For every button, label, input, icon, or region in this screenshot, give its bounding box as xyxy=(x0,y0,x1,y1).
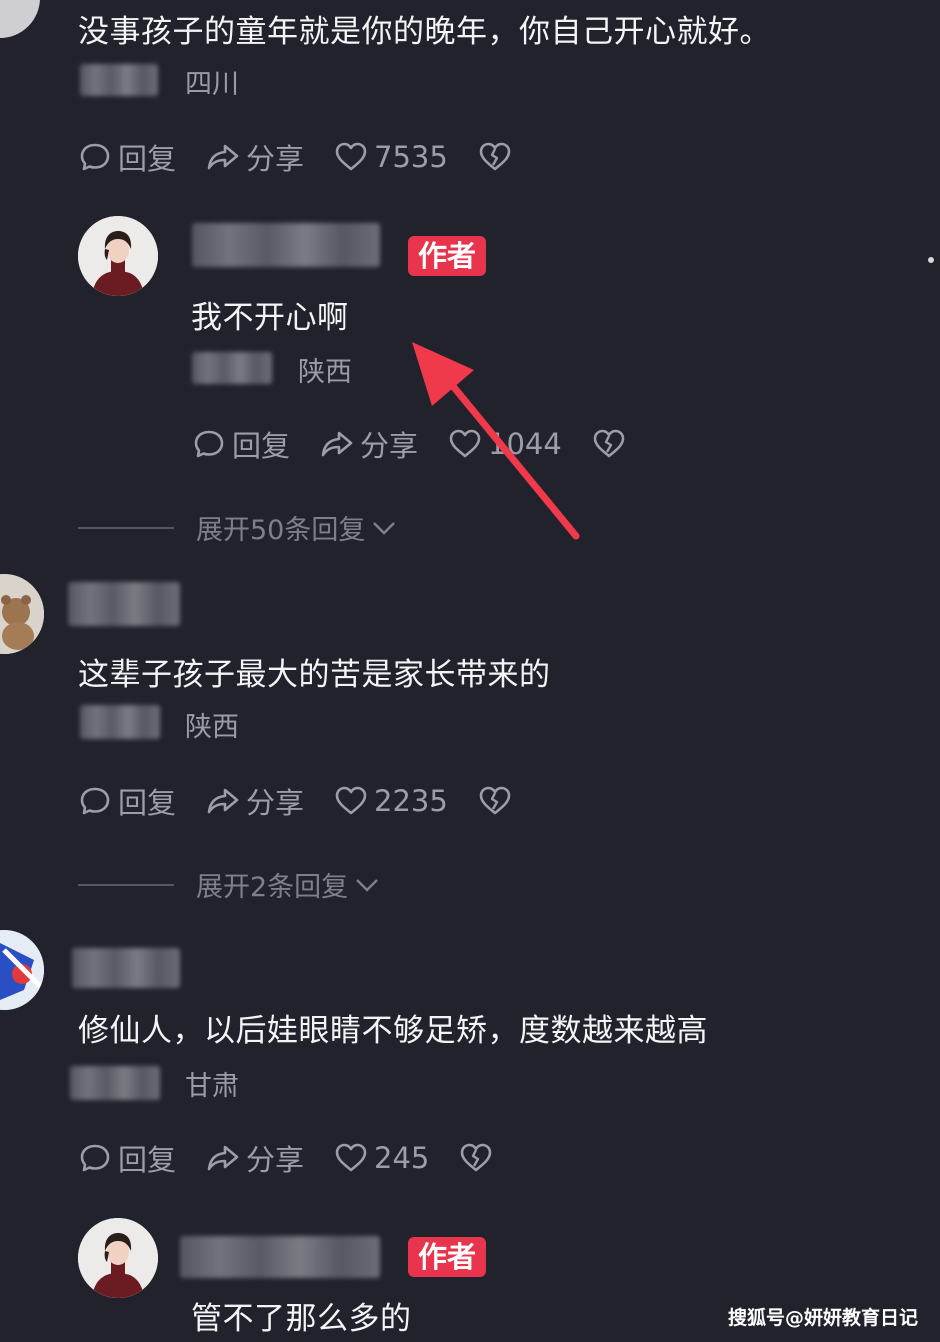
broken-heart-icon xyxy=(479,786,511,815)
comment-text: 没事孩子的童年就是你的晚年，你自己开心就好。 xyxy=(78,14,771,50)
broken-heart-icon xyxy=(593,429,625,458)
divider-line xyxy=(78,883,174,886)
avatar[interactable] xyxy=(0,574,44,654)
share-label: 分享 xyxy=(246,142,305,176)
broken-heart-icon xyxy=(479,142,511,171)
comment-location: 陕西 xyxy=(298,357,352,388)
like-count: 245 xyxy=(374,1141,430,1175)
anime-avatar-photo xyxy=(0,930,44,1010)
author-badge: 作者 xyxy=(408,1237,487,1277)
comment-location: 四川 xyxy=(185,69,239,100)
author-avatar[interactable] xyxy=(78,1218,158,1298)
expand-label: 展开2条回复 xyxy=(196,872,349,903)
reply-icon xyxy=(80,787,110,815)
like-button[interactable]: 7535 xyxy=(334,140,448,174)
author-photo xyxy=(78,1218,158,1298)
divider-line xyxy=(78,526,174,529)
avatar[interactable] xyxy=(0,0,40,38)
blurred-username xyxy=(72,948,180,988)
chevron-down-icon xyxy=(356,878,379,892)
reply-icon xyxy=(80,1144,110,1172)
chevron-down-icon xyxy=(373,521,396,535)
comment-actions: 回复 分享 7535 xyxy=(78,137,542,177)
author-badge: 作者 xyxy=(408,236,487,276)
comment-text: 这辈子孩子最大的苦是家长带来的 xyxy=(78,657,551,693)
share-label: 分享 xyxy=(246,786,305,820)
share-icon xyxy=(321,431,353,457)
blurred-username xyxy=(192,223,380,267)
comment-actions: 回复 分享 2235 xyxy=(78,781,542,821)
share-icon xyxy=(207,788,239,814)
share-button[interactable]: 分享 xyxy=(206,136,304,178)
comment-location: 甘肃 xyxy=(185,1071,239,1102)
reply-label: 回复 xyxy=(118,786,177,820)
author-avatar[interactable] xyxy=(78,216,158,296)
share-icon xyxy=(207,1145,239,1171)
author-photo xyxy=(78,216,158,296)
reply-label: 回复 xyxy=(118,1143,177,1177)
like-count: 7535 xyxy=(374,140,448,174)
comment-text: 修仙人，以后娃眼睛不够足矫，度数越来越高 xyxy=(78,1013,708,1049)
dislike-button[interactable] xyxy=(478,140,512,174)
more-dot[interactable] xyxy=(928,257,934,263)
reply-button[interactable]: 回复 xyxy=(78,136,176,178)
reply-icon xyxy=(194,430,224,458)
heart-icon xyxy=(335,1143,367,1172)
like-button[interactable]: 245 xyxy=(334,1141,429,1175)
reply-icon xyxy=(80,143,110,171)
blurred-time xyxy=(80,705,160,739)
blurred-username xyxy=(180,1236,380,1278)
dislike-button[interactable] xyxy=(478,784,512,818)
reply-label: 回复 xyxy=(118,142,177,176)
expand-replies-button[interactable]: 展开50条回复 xyxy=(78,508,399,547)
blurred-time xyxy=(192,352,272,384)
comment-location: 陕西 xyxy=(185,712,239,743)
heart-icon xyxy=(335,786,367,815)
blurred-time xyxy=(70,1066,160,1100)
comment-page: 没事孩子的童年就是你的晚年，你自己开心就好。 四川 回复 分享 7535 作者 … xyxy=(0,0,940,1342)
reply-button[interactable]: 回复 xyxy=(192,423,290,465)
reply-label: 回复 xyxy=(232,429,291,463)
comment-text: 我不开心啊 xyxy=(191,300,349,336)
reply-button[interactable]: 回复 xyxy=(78,1137,176,1179)
expand-replies-button[interactable]: 展开2条回复 xyxy=(78,865,382,904)
comment-actions: 回复 分享 245 xyxy=(78,1138,523,1178)
red-arrow-annotation xyxy=(412,342,580,540)
avatar[interactable] xyxy=(0,930,44,1010)
share-button[interactable]: 分享 xyxy=(206,1137,304,1179)
heart-icon xyxy=(335,142,367,171)
like-count: 2235 xyxy=(374,784,448,818)
broken-heart-icon xyxy=(461,1143,492,1172)
blurred-username xyxy=(68,582,180,626)
comment-text: 管不了那么多的 xyxy=(191,1301,412,1337)
share-icon xyxy=(207,144,239,170)
expand-label: 展开50条回复 xyxy=(196,515,366,546)
blurred-time xyxy=(80,64,158,96)
like-button[interactable]: 2235 xyxy=(334,784,448,818)
share-label: 分享 xyxy=(246,1143,305,1177)
reply-button[interactable]: 回复 xyxy=(78,780,176,822)
watermark: 搜狐号@妍妍教育日记 xyxy=(727,1307,918,1329)
dislike-button[interactable] xyxy=(459,1141,493,1175)
dislike-button[interactable] xyxy=(592,427,626,461)
share-button[interactable]: 分享 xyxy=(206,780,304,822)
teddy-bear-photo xyxy=(0,574,44,654)
